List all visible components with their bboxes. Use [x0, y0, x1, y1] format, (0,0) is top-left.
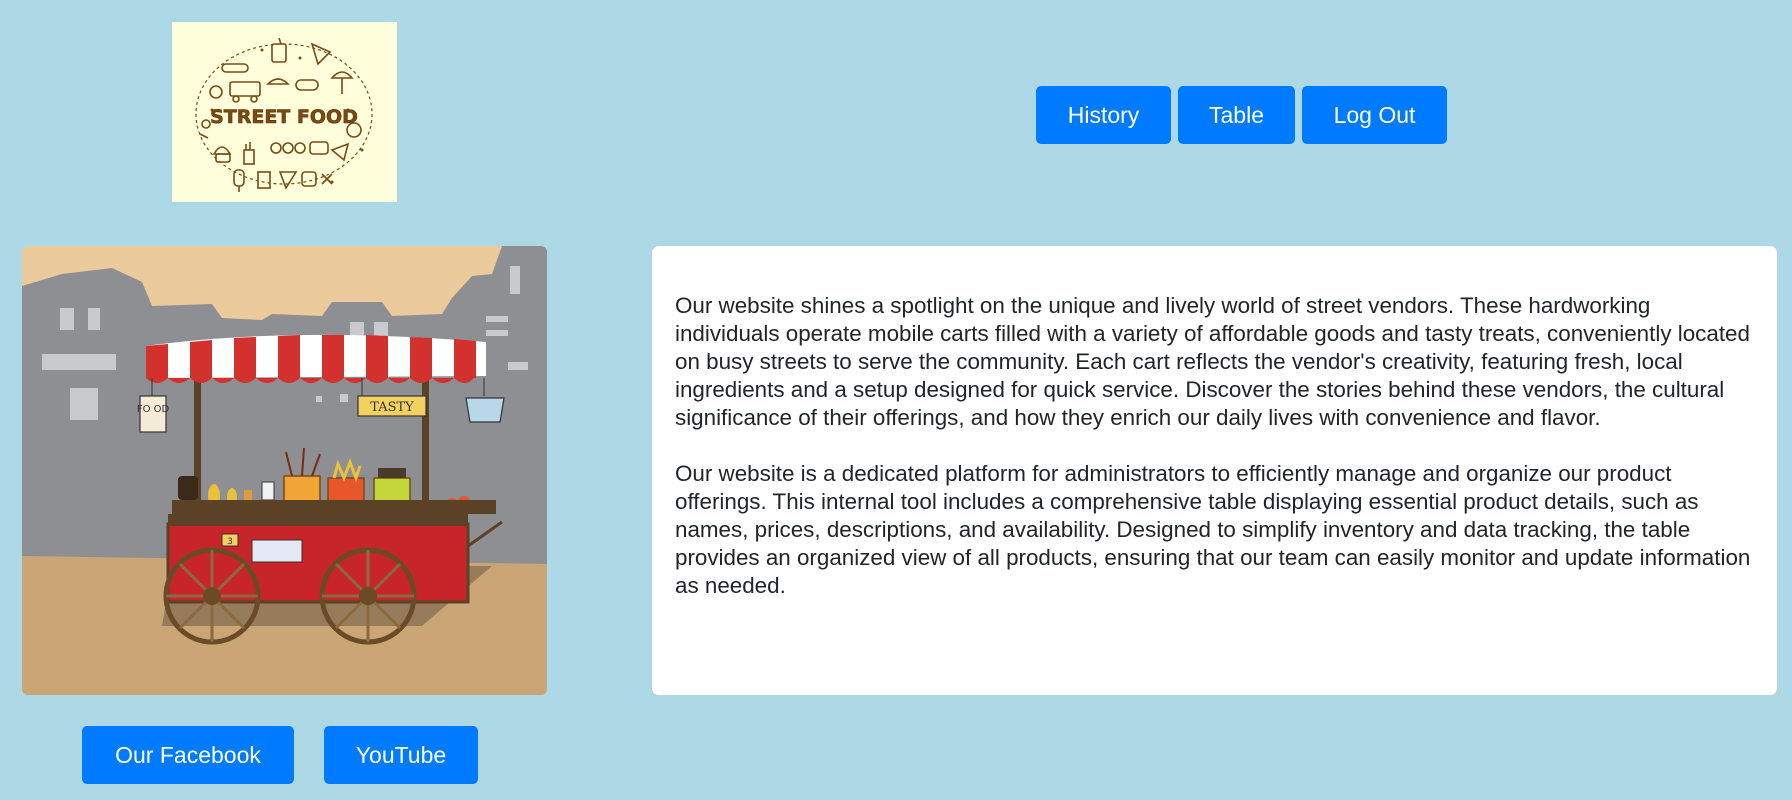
page: STREET FOOD History Table Log Out FO OD …	[0, 0, 1792, 800]
street-cart-graphic: FO OD TASTY 3	[22, 246, 547, 695]
street-cart-illustration: FO OD TASTY 3	[22, 246, 547, 695]
food-sign-text: FO OD	[137, 404, 170, 415]
youtube-button[interactable]: YouTube	[324, 726, 478, 784]
tasty-sign-text: TASTY	[370, 400, 414, 415]
street-food-logo: STREET FOOD	[172, 22, 397, 202]
logo-text: STREET FOOD	[210, 106, 358, 128]
history-button[interactable]: History	[1036, 86, 1171, 144]
table-button[interactable]: Table	[1178, 86, 1295, 144]
social-links: Our Facebook YouTube	[82, 726, 478, 784]
about-paragraph-admin: Our website is a dedicated platform for …	[675, 461, 1751, 598]
about-card: Our website shines a spotlight on the un…	[652, 246, 1777, 695]
logo-graphic: STREET FOOD	[195, 37, 373, 192]
cart-number-text: 3	[227, 537, 233, 547]
facebook-button[interactable]: Our Facebook	[82, 726, 294, 784]
top-nav: History Table Log Out	[1036, 86, 1447, 144]
logout-button[interactable]: Log Out	[1302, 86, 1447, 144]
about-paragraph-vendors: Our website shines a spotlight on the un…	[675, 293, 1750, 430]
